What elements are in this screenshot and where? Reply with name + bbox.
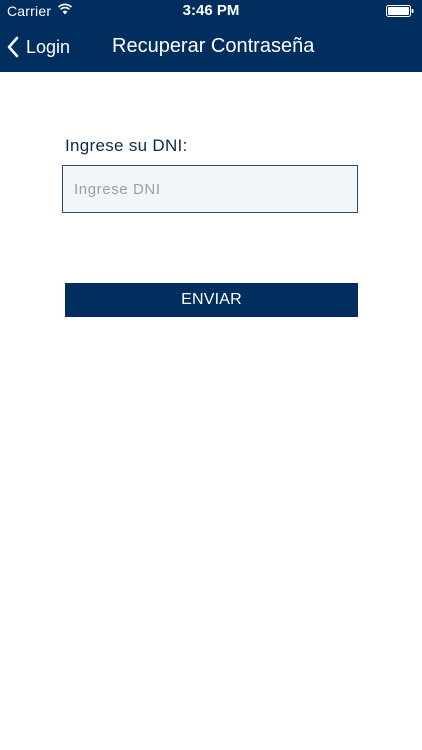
status-bar: Carrier 3:46 PM xyxy=(0,0,422,22)
battery-icon xyxy=(386,5,414,17)
send-button[interactable]: ENVIAR xyxy=(65,283,358,317)
chevron-left-icon xyxy=(7,36,19,58)
navigation-bar: Login Recuperar Contraseña xyxy=(0,22,422,72)
status-time: 3:46 PM xyxy=(182,2,240,19)
dni-input[interactable] xyxy=(62,165,358,213)
dni-label: Ingrese su DNI: xyxy=(65,136,188,155)
back-button[interactable]: Login xyxy=(6,32,70,62)
app-header: Carrier 3:46 PM Login Recuperar Contrase… xyxy=(0,0,422,72)
back-button-label: Login xyxy=(26,36,71,57)
page-title: Recuperar Contraseña xyxy=(112,35,315,57)
